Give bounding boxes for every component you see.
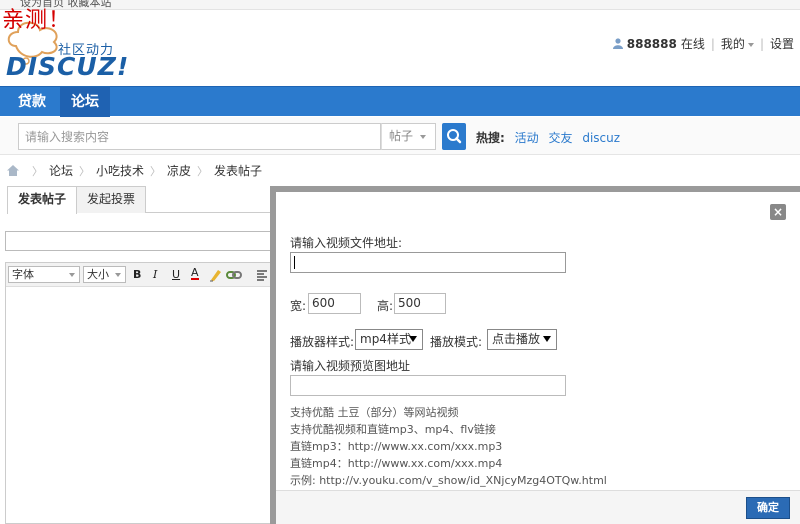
search-button[interactable]	[442, 123, 466, 150]
search-input[interactable]	[19, 124, 380, 149]
user-icon	[612, 38, 623, 49]
breadcrumb-item[interactable]: 凉皮	[167, 162, 191, 179]
text-cursor	[294, 256, 295, 269]
align-left-icon[interactable]	[256, 269, 268, 281]
tab-new-poll[interactable]: 发起投票	[76, 186, 147, 213]
confirm-button[interactable]: 确定	[746, 497, 790, 519]
video-url-input[interactable]	[290, 252, 566, 273]
play-mode-select[interactable]: 点击播放	[487, 329, 557, 350]
watermark-text: 亲测！	[2, 8, 72, 33]
settings-link[interactable]: 设置	[770, 35, 794, 52]
font-size-select[interactable]: 大小	[83, 266, 126, 283]
preview-url-label: 请输入视频预览图地址	[290, 359, 411, 373]
hot-term[interactable]: 交友	[548, 131, 572, 145]
nav-item-loan[interactable]: 贷款	[7, 87, 57, 117]
search-type-value: 帖子	[389, 129, 414, 143]
search-icon	[447, 129, 462, 144]
bold-button[interactable]: B	[133, 268, 141, 281]
post-title-input[interactable]	[5, 231, 305, 251]
hot-search: 热搜: 活动 交友 discuz	[476, 129, 626, 146]
player-style-value: mp4样式	[360, 332, 411, 346]
hot-term[interactable]: discuz	[582, 131, 620, 145]
insert-video-dialog: × 请输入视频文件地址: 宽: 600 高: 500 播放器样式: mp4样式 …	[270, 186, 800, 524]
online-count: 888888	[626, 36, 677, 51]
editor-toolbar: 字体 大小 B I U A	[6, 263, 304, 287]
font-family-select[interactable]: 字体	[8, 266, 80, 283]
breadcrumb-separator: 〉	[197, 164, 209, 178]
video-url-label: 请输入视频文件地址:	[290, 236, 403, 250]
breadcrumb-item[interactable]: 小吃技术	[96, 162, 144, 179]
hint-line: 支持优酷 土豆（部分）等网站视频	[290, 406, 459, 419]
breadcrumb: 〉 论坛 〉 小吃技术 〉 凉皮 〉 发表帖子	[6, 162, 262, 179]
underline-button[interactable]: U	[172, 268, 180, 281]
search-bar: 帖子 热搜: 活动 交友 discuz	[0, 117, 800, 155]
caret-down-icon	[543, 336, 551, 342]
search-field[interactable]	[18, 123, 381, 150]
hot-term[interactable]: 活动	[515, 131, 539, 145]
hint-line: 直链mp4：http://www.xx.com/xxx.mp4	[290, 457, 503, 470]
player-style-label: 播放器样式:	[290, 335, 355, 349]
my-menu-link[interactable]: 我的	[721, 35, 754, 52]
play-mode-value: 点击播放	[492, 332, 541, 346]
breadcrumb-item[interactable]: 论坛	[49, 162, 73, 179]
width-label: 宽:	[290, 299, 307, 313]
close-icon: ×	[772, 205, 784, 219]
dialog-footer: 确定	[276, 490, 800, 524]
user-bar: 888888 在线 | 我的 | 设置	[612, 35, 794, 52]
font-color-button[interactable]: A	[191, 267, 199, 280]
player-style-select[interactable]: mp4样式	[355, 329, 423, 350]
top-strip: 设为首页 收藏本站	[0, 0, 800, 10]
preview-url-input[interactable]	[290, 375, 566, 396]
nav-item-forum[interactable]: 论坛	[60, 87, 110, 117]
search-type-select[interactable]: 帖子	[381, 123, 436, 150]
hint-line: 支持优酷视频和直链mp3、mp4、flv链接	[290, 423, 496, 436]
logo-brand: DISCUZ!	[6, 52, 130, 81]
highlight-icon[interactable]	[209, 268, 223, 282]
hint-line: 示例: http://v.youku.com/v_show/id_XNjcyMz…	[290, 474, 607, 487]
link-icon[interactable]	[226, 269, 242, 281]
divider: |	[759, 36, 764, 51]
main-nav: 贷款 论坛	[0, 86, 800, 117]
chevron-down-icon	[420, 135, 426, 139]
width-input[interactable]: 600	[308, 293, 361, 314]
chevron-down-icon	[747, 42, 754, 47]
tab-new-post[interactable]: 发表帖子	[7, 186, 78, 214]
online-label: 在线	[680, 37, 705, 51]
height-label: 高:	[377, 299, 394, 313]
breadcrumb-separator: 〉	[32, 164, 43, 178]
breadcrumb-current: 发表帖子	[214, 164, 263, 178]
caret-down-icon	[409, 336, 417, 342]
breadcrumb-separator: 〉	[79, 164, 91, 178]
post-editor[interactable]: 字体 大小 B I U A	[5, 262, 305, 524]
divider: |	[710, 36, 715, 51]
close-button[interactable]: ×	[770, 204, 786, 220]
font-family-value: 字体	[12, 268, 34, 281]
home-icon[interactable]	[6, 164, 20, 177]
font-size-value: 大小	[87, 268, 109, 281]
breadcrumb-separator: 〉	[150, 164, 162, 178]
hint-line: 直链mp3：http://www.xx.com/xxx.mp3	[290, 440, 503, 453]
chevron-down-icon	[115, 273, 121, 277]
height-input[interactable]: 500	[394, 293, 446, 314]
chevron-down-icon	[69, 273, 75, 277]
italic-button[interactable]: I	[153, 268, 157, 281]
video-help-text: 支持优酷 土豆（部分）等网站视频 支持优酷视频和直链mp3、mp4、flv链接 …	[290, 404, 607, 489]
hot-search-label: 热搜:	[476, 131, 505, 145]
play-mode-label: 播放模式:	[430, 335, 483, 349]
